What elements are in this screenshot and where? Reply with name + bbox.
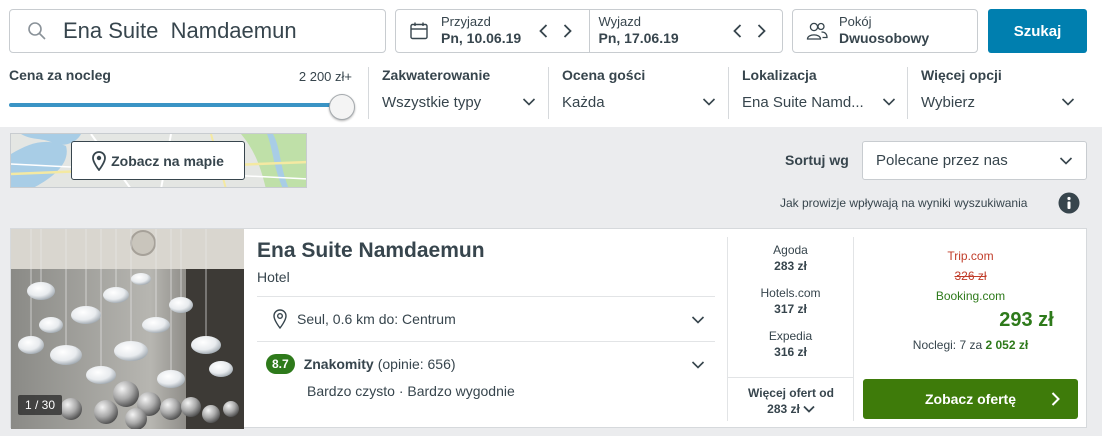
checkout-label: Wyjazd — [598, 14, 642, 30]
chevron-down-icon — [522, 98, 536, 106]
info-icon[interactable] — [1058, 192, 1080, 214]
date-picker: Przyjazd Pn, 10.06.19 Wyjazd Pn, 17.06.1… — [395, 9, 783, 53]
accommodation-filter-title: Zakwaterowanie — [382, 67, 491, 83]
checkin-next-button[interactable] — [561, 22, 575, 40]
hotel-name[interactable]: Ena Suite Namdaemun — [257, 239, 485, 263]
view-map-button[interactable]: Zobacz na mapie — [71, 141, 245, 180]
map-pin-icon — [92, 150, 106, 171]
location-filter[interactable]: Lokalizacja Ena Suite Namd... — [728, 67, 908, 119]
chevron-left-icon — [539, 24, 548, 38]
other-offers: Agoda 283 zł Hotels.com 317 zł Expedia 3… — [727, 237, 854, 421]
offer-price: 316 zł — [774, 345, 807, 359]
search-button[interactable]: Szukaj — [988, 9, 1087, 53]
offer-provider: Hotels.com — [760, 286, 821, 300]
more-offers-button[interactable]: Więcej ofert od 283 zł — [728, 377, 854, 421]
sort-dropdown-value: Polecane przez nas — [876, 152, 1008, 169]
more-options-filter[interactable]: Więcej opcji Wybierz — [907, 67, 1087, 119]
view-offer-label: Zobacz ofertę — [924, 391, 1016, 407]
hotel-info: Ena Suite Namdaemun Hotel Seul, 0.6 km d… — [257, 229, 715, 429]
checkin-prev-button[interactable] — [537, 22, 551, 40]
sort-label: Sortuj wg — [785, 152, 849, 168]
filter-bar: Cena za nocleg 2 200 zł+ Zakwaterowanie … — [0, 62, 1102, 120]
chevron-right-icon — [757, 24, 766, 38]
stay-total: Noclegi: 7 za 2 052 zł — [854, 338, 1087, 352]
view-map-label: Zobacz na mapie — [111, 152, 224, 169]
chevron-right-icon — [563, 24, 572, 38]
guests-icon — [806, 22, 828, 40]
location-filter-title: Lokalizacja — [742, 67, 817, 83]
search-header: Przyjazd Pn, 10.06.19 Wyjazd Pn, 17.06.1… — [0, 0, 1102, 127]
offer-provider: Agoda — [773, 243, 808, 257]
best-offer-price[interactable]: 293 zł — [854, 309, 1102, 332]
chevron-right-icon — [1051, 392, 1060, 406]
stay-total-price: 2 052 zł — [985, 338, 1029, 352]
chevron-down-icon — [882, 98, 896, 106]
price-max-value: 2 200 zł+ — [298, 69, 352, 84]
rating-filter-title: Ocena gości — [562, 67, 646, 83]
offer-price: 317 zł — [774, 302, 807, 316]
price-slider-handle[interactable] — [329, 94, 355, 120]
chevron-down-icon — [691, 316, 705, 324]
price-slider-track[interactable] — [9, 103, 341, 107]
stay-total-prefix: Noclegi: 7 za — [912, 338, 983, 352]
checkin-label: Przyjazd — [441, 14, 491, 30]
checkout-value: Pn, 17.06.19 — [598, 30, 679, 47]
calendar-icon — [410, 22, 428, 40]
sort-dropdown[interactable]: Polecane przez nas — [862, 141, 1087, 180]
view-offer-button[interactable]: Zobacz ofertę — [863, 379, 1078, 419]
search-input[interactable] — [63, 18, 363, 44]
checkin-value: Pn, 10.06.19 — [441, 30, 522, 47]
more-offers-label: Więcej ofert od — [748, 386, 834, 400]
compare-provider[interactable]: Trip.com — [854, 249, 1087, 263]
chevron-down-icon — [691, 361, 705, 369]
checkout-date[interactable]: Wyjazd Pn, 17.06.19 — [588, 10, 783, 52]
hotel-result-card: 1 / 30 Ena Suite Namdaemun Hotel Seul, 0… — [10, 228, 1087, 429]
more-options-filter-title: Więcej opcji — [921, 67, 1002, 83]
hotel-photo[interactable]: 1 / 30 — [11, 229, 244, 429]
rating-score-badge: 8.7 — [266, 354, 295, 374]
accommodation-filter[interactable]: Zakwaterowanie Wszystkie typy — [368, 67, 548, 119]
room-selector[interactable]: Pokój Dwuosobowy — [792, 9, 978, 53]
rating-filter[interactable]: Ocena gości Każda — [548, 67, 728, 119]
hotel-location-row[interactable]: Seul, 0.6 km do: Centrum — [257, 297, 715, 341]
chevron-down-icon — [1061, 98, 1075, 106]
offer-provider: Expedia — [768, 329, 813, 343]
offer-item[interactable]: Agoda 283 zł — [728, 243, 853, 273]
chevron-left-icon — [732, 24, 741, 38]
photo-counter: 1 / 30 — [18, 395, 63, 415]
rating-count: (opinie: 656) — [377, 356, 456, 372]
compare-price: 326 zł — [954, 269, 987, 283]
checkout-next-button[interactable] — [754, 22, 768, 40]
hotel-type: Hotel — [257, 269, 290, 285]
rating-highlights: Bardzo czysto · Bardzo wygodnie — [307, 383, 515, 399]
offer-item[interactable]: Expedia 316 zł — [728, 329, 853, 359]
map-pin-icon — [273, 309, 287, 329]
rating-word: Znakomity — [303, 356, 374, 372]
best-offer-provider[interactable]: Booking.com — [854, 289, 1087, 303]
chevron-down-icon — [803, 405, 815, 413]
offer-price: 283 zł — [774, 259, 807, 273]
commission-note[interactable]: Jak prowizje wpływają na wyniki wyszukiw… — [780, 196, 1027, 210]
room-value: Dwuosobowy — [839, 30, 930, 47]
chevron-down-icon — [1059, 157, 1073, 165]
checkin-date[interactable]: Przyjazd Pn, 10.06.19 — [396, 10, 589, 52]
divider — [257, 341, 715, 342]
hotel-location-text: Seul, 0.6 km do: Centrum — [297, 311, 456, 327]
checkout-prev-button[interactable] — [730, 22, 744, 40]
room-label: Pokój — [839, 14, 872, 30]
more-offers-price: 283 zł — [767, 402, 800, 416]
search-icon — [28, 22, 46, 40]
chevron-down-icon — [702, 98, 716, 106]
best-offer: Trip.com 326 zł Booking.com 293 zł Nocle… — [854, 229, 1087, 429]
offer-item[interactable]: Hotels.com 317 zł — [728, 286, 853, 316]
hotel-rating-row[interactable]: 8.7 Znakomity (opinie: 656) — [257, 349, 715, 379]
search-field[interactable] — [9, 9, 386, 53]
price-filter: Cena za nocleg 2 200 zł+ — [9, 67, 355, 120]
